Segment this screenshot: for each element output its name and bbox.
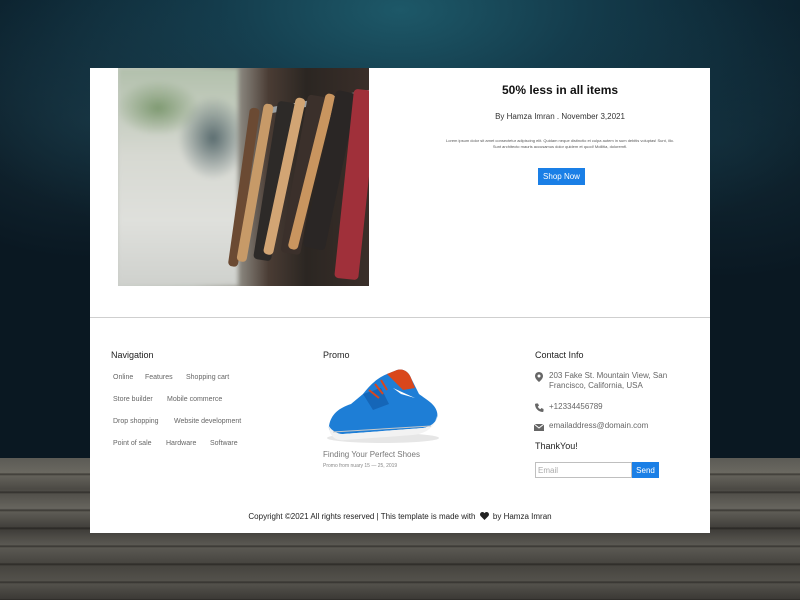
contact-info-heading: Contact Info — [535, 350, 584, 360]
nav-link-shopping-cart[interactable]: Shopping cart — [186, 374, 229, 381]
hero-byline: By Hamza Imran . November 3,2021 — [495, 112, 625, 121]
hero-description: Lorem ipsum dolor sit amet consectetur a… — [446, 138, 674, 149]
heart-icon — [479, 512, 489, 520]
nav-link-website-development[interactable]: Website development — [174, 418, 241, 425]
shop-now-button[interactable]: Shop Now — [538, 168, 585, 185]
phone-icon — [534, 402, 544, 412]
copyright-text: Copyright ©2021 All rights reserved | Th… — [248, 512, 476, 521]
promo-heading: Promo — [323, 350, 350, 360]
nav-link-features[interactable]: Features — [145, 374, 173, 381]
nav-link-store-builder[interactable]: Store builder — [113, 396, 153, 403]
nav-link-point-of-sale[interactable]: Point of sale — [113, 440, 152, 447]
section-divider — [90, 317, 710, 318]
contact-phone[interactable]: +12334456789 — [549, 402, 603, 412]
newsletter-email-input[interactable] — [535, 462, 632, 478]
navigation-heading: Navigation — [111, 350, 154, 360]
map-pin-icon — [534, 372, 544, 382]
contact-address-line2: Francisco, California, USA — [549, 381, 643, 390]
contact-address-line1: 203 Fake St. Mountain View, San — [549, 371, 668, 380]
nav-link-drop-shopping[interactable]: Drop shopping — [113, 418, 159, 425]
nav-link-hardware[interactable]: Hardware — [166, 440, 196, 447]
newsletter-heading: ThankYou! — [535, 441, 578, 451]
copyright-line: Copyright ©2021 All rights reserved | Th… — [90, 512, 710, 521]
shoe-promo-image[interactable] — [323, 364, 443, 446]
promo-dates: Promo from nuary 15 — 25, 2019 — [323, 463, 398, 469]
promo-caption: Finding Your Perfect Shoes — [323, 450, 420, 459]
webpage-mockup: 50% less in all items By Hamza Imran . N… — [90, 68, 710, 533]
nav-link-mobile-commerce[interactable]: Mobile commerce — [167, 396, 222, 403]
newsletter-send-button[interactable]: Send — [632, 462, 659, 478]
contact-email[interactable]: emailaddress@domain.com — [549, 421, 648, 431]
copyright-author[interactable]: by Hamza Imran — [493, 512, 552, 521]
envelope-icon — [534, 422, 544, 432]
hero-title: 50% less in all items — [501, 83, 619, 97]
hero-image-clothing-rack — [118, 68, 369, 286]
nav-link-online[interactable]: Online — [113, 374, 133, 381]
nav-link-software[interactable]: Software — [210, 440, 238, 447]
